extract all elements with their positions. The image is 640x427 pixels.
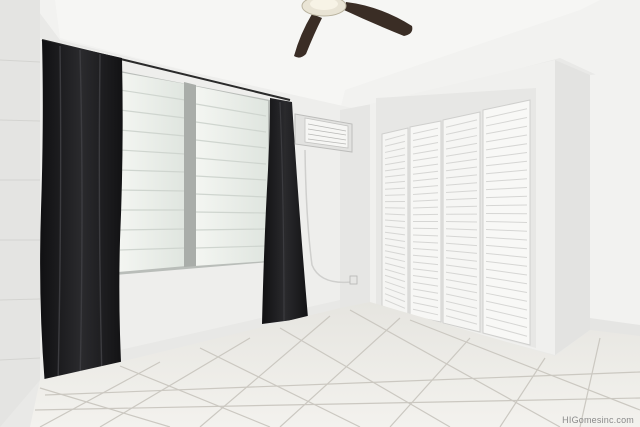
right-wall [590, 70, 640, 340]
window-mullion [184, 82, 196, 267]
room-photo: HIGomesinc.com [0, 0, 640, 427]
right-wall-corner [555, 60, 590, 355]
watermark-text: HIGomesinc.com [562, 415, 634, 425]
power-outlet-icon [349, 275, 358, 285]
room-illustration [0, 0, 640, 427]
window [115, 70, 270, 275]
left-wall [0, 0, 40, 427]
